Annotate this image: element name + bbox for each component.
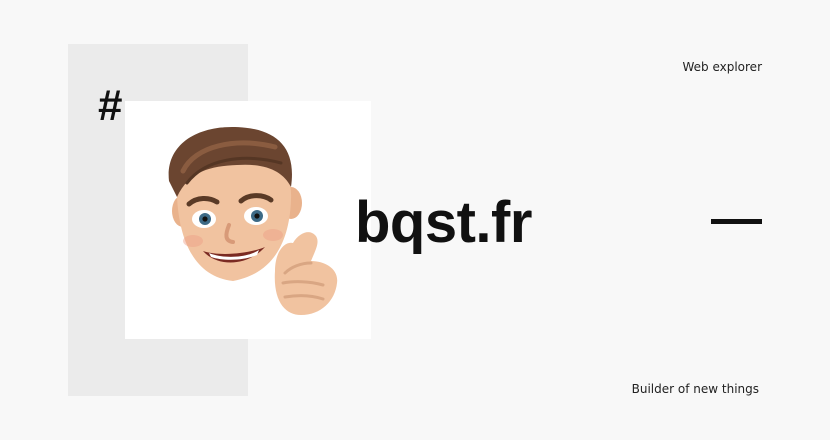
decorative-dash (711, 219, 762, 224)
hash-symbol: # (98, 81, 123, 130)
tagline-web-explorer: Web explorer (682, 60, 762, 74)
tagline-builder: Builder of new things (631, 382, 759, 396)
avatar-card (125, 101, 371, 339)
memoji-avatar-icon (168, 126, 338, 315)
site-title: bqst.fr (355, 190, 532, 255)
